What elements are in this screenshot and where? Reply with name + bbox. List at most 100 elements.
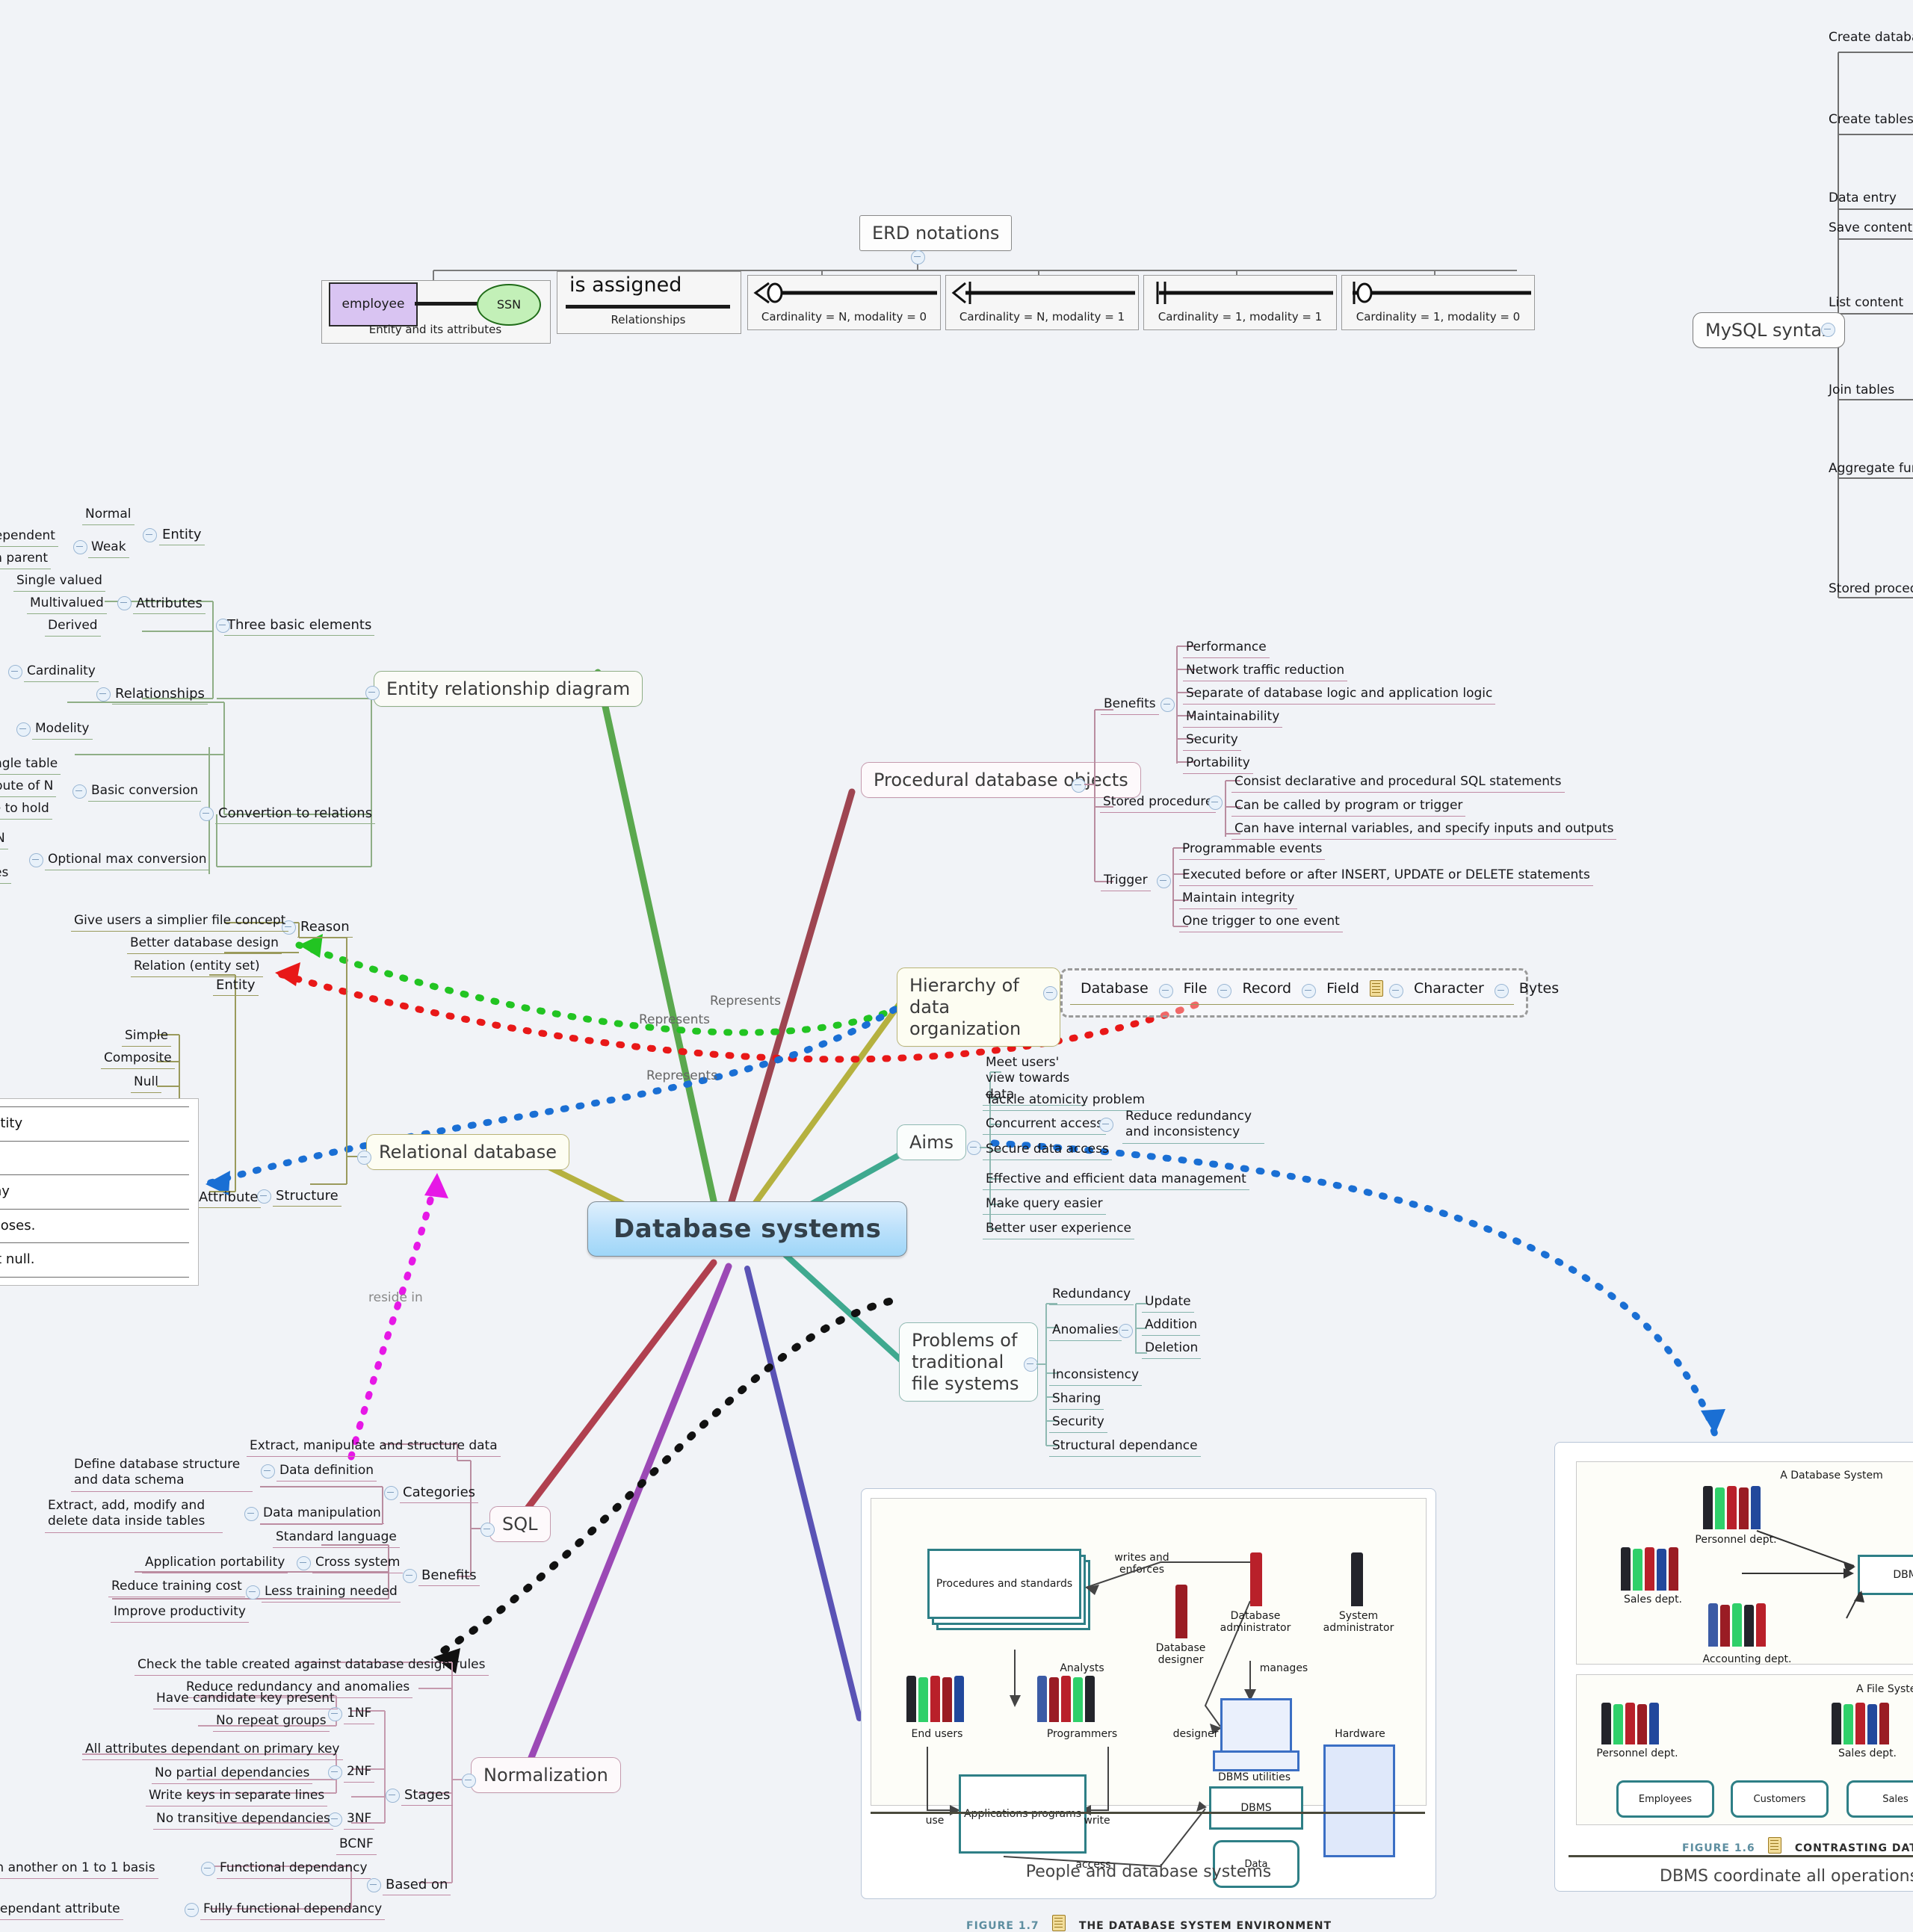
collapse-bullet-hier-1[interactable] xyxy=(1158,983,1173,998)
node-attr-derived[interactable]: Derived xyxy=(45,618,101,637)
branch-aims[interactable]: Aims xyxy=(897,1124,966,1160)
node-2nf-rule[interactable]: Write keys in separate lines xyxy=(146,1788,328,1807)
branch-procedural-database-objects[interactable]: Procedural database objects xyxy=(861,762,1141,798)
node-omc-es[interactable]: es xyxy=(0,865,12,885)
node-sql-top-item[interactable]: Extract, manipulate and structure data xyxy=(247,1438,501,1458)
mysql-child-data-entry[interactable]: Data entry xyxy=(1829,191,1897,206)
collapse-bullet-basic-conversion[interactable] xyxy=(72,784,87,799)
node-trigger[interactable]: Trigger xyxy=(1101,873,1151,892)
node-attributes[interactable]: Attributes xyxy=(133,595,205,614)
collapse-bullet-cardinality[interactable] xyxy=(8,665,22,679)
node-benefit-item[interactable]: Network traffic reduction xyxy=(1183,663,1348,682)
collapse-bullet-optional-max[interactable] xyxy=(29,853,43,867)
hierarchy-level-field[interactable]: Field xyxy=(1316,980,1370,997)
hierarchy-level-record[interactable]: Record xyxy=(1231,980,1302,997)
node-structure-entity[interactable]: Entity xyxy=(213,977,259,996)
node-sql-cross-system[interactable]: Cross system xyxy=(312,1555,404,1574)
collapse-bullet-stages[interactable] xyxy=(386,1789,400,1803)
node-stored-procedure[interactable]: Stored procedure xyxy=(1100,794,1217,814)
branch-relational-database[interactable]: Relational database xyxy=(366,1134,569,1170)
node-benefit-item[interactable]: Security xyxy=(1183,732,1241,752)
collapse-bullet-hierarchy[interactable] xyxy=(1043,986,1057,1000)
node-omc-n[interactable]: N xyxy=(0,831,8,850)
node-attr-single-valued[interactable]: Single valued xyxy=(13,573,105,592)
node-trigger-item[interactable]: Maintain integrity xyxy=(1179,891,1298,910)
node-sql-reduce-training-cost[interactable]: Reduce training cost xyxy=(108,1579,245,1598)
collapse-bullet-hier-4[interactable] xyxy=(1388,983,1403,998)
node-attr-simple[interactable]: Simple xyxy=(122,1028,172,1047)
node-aim-reduce-redundancy[interactable]: Reduce redundancy and inconsistency xyxy=(1122,1109,1264,1144)
collapse-bullet-erd-branch[interactable] xyxy=(365,686,380,700)
collapse-bullet-attributes[interactable] xyxy=(117,596,132,610)
collapse-bullet-sql[interactable] xyxy=(480,1523,495,1537)
node-stage-2nf[interactable]: 2NF xyxy=(344,1764,375,1783)
node-norm-stages[interactable]: Stages xyxy=(401,1787,454,1806)
node-reason-item[interactable]: Better database design xyxy=(127,935,282,955)
node-sql-less-training[interactable]: Less training needed xyxy=(262,1584,401,1603)
node-sql-standard-language[interactable]: Standard language xyxy=(273,1529,400,1549)
node-procedural-benefits[interactable]: Benefits xyxy=(1101,696,1159,716)
branch-problems-traditional-file-systems[interactable]: Problems of traditional file systems xyxy=(899,1322,1038,1402)
collapse-bullet-data-definition[interactable] xyxy=(261,1464,275,1479)
node-problem-structural-dependance[interactable]: Structural dependance xyxy=(1049,1438,1201,1458)
node-entity[interactable]: Entity xyxy=(159,527,205,545)
collapse-bullet-hier-3[interactable] xyxy=(1302,983,1317,998)
node-benefit-item[interactable]: Portability xyxy=(1183,755,1253,775)
branch-sql[interactable]: SQL xyxy=(489,1506,551,1542)
node-anomaly-deletion[interactable]: Deletion xyxy=(1142,1340,1202,1360)
collapse-bullet-problems[interactable] xyxy=(1024,1357,1038,1372)
node-stored-proc-item[interactable]: Consist declarative and procedural SQL s… xyxy=(1231,774,1565,793)
node-aim-item[interactable]: Secure data access xyxy=(983,1142,1112,1161)
node-stage-1nf[interactable]: 1NF xyxy=(344,1706,375,1725)
node-norm-based-on[interactable]: Based on xyxy=(383,1877,451,1895)
node-problem-security[interactable]: Security xyxy=(1049,1414,1107,1434)
node-problem-inconsistency[interactable]: Inconsistency xyxy=(1049,1367,1143,1387)
hierarchy-level-character[interactable]: Character xyxy=(1403,980,1495,997)
node-aim-item[interactable]: Make query easier xyxy=(983,1196,1106,1216)
node-entity-relation-set[interactable]: Relation (entity set) xyxy=(131,959,263,978)
collapse-bullet-relationships[interactable] xyxy=(96,687,111,702)
node-problem-anomalies[interactable]: Anomalies xyxy=(1049,1322,1122,1342)
node-rel-cardinality[interactable]: Cardinality xyxy=(24,663,99,683)
collapse-bullet-normalization[interactable] xyxy=(462,1774,476,1788)
erd-notations-title[interactable]: ERD notations xyxy=(859,215,1013,251)
node-entity-weak[interactable]: Weak xyxy=(88,539,129,559)
node-structure-attribute[interactable]: Attribute xyxy=(196,1189,262,1208)
node-fd-detail[interactable]: on another on 1 to 1 basis xyxy=(0,1860,158,1880)
node-3nf-rule[interactable]: No transitive dependancies xyxy=(153,1811,333,1830)
node-2nf-rule[interactable]: All attributes dependant on primary key xyxy=(82,1741,343,1761)
mysql-child-stored-procedures[interactable]: Stored procedures xyxy=(1829,581,1913,597)
node-sql-data-definition[interactable]: Data definition xyxy=(276,1463,377,1482)
node-optional-max-conversion[interactable]: Optional max conversion xyxy=(45,852,210,871)
node-sql-improve-productivity[interactable]: Improve productivity xyxy=(111,1604,249,1623)
collapse-bullet-concurrent-access[interactable] xyxy=(1099,1118,1113,1132)
node-sql-application-portability[interactable]: Application portability xyxy=(142,1555,288,1574)
mysql-child-create-tables[interactable]: Create tables xyxy=(1829,112,1913,128)
node-bc-table-to-hold[interactable]: le to hold xyxy=(0,801,52,820)
collapse-bullet-aims[interactable] xyxy=(967,1141,981,1155)
mysql-child-create-database[interactable]: Create database xyxy=(1829,30,1913,46)
collapse-bullet-categories[interactable] xyxy=(384,1486,398,1500)
node-stage-3nf[interactable]: 3NF xyxy=(344,1811,375,1830)
collapse-bullet-cross-system[interactable] xyxy=(297,1556,311,1570)
node-problem-redundancy[interactable]: Redundancy xyxy=(1049,1287,1134,1306)
node-sql-benefits[interactable]: Benefits xyxy=(418,1567,480,1586)
node-rdb-reason[interactable]: Reason xyxy=(297,919,353,938)
node-1nf-rule[interactable]: No repeat groups xyxy=(213,1713,330,1733)
node-bc-single-table[interactable]: ngle table xyxy=(0,756,61,775)
node-stored-proc-item[interactable]: Can be called by program or trigger xyxy=(1231,798,1466,817)
collapse-bullet-weak[interactable] xyxy=(73,540,87,554)
node-entity-normal[interactable]: Normal xyxy=(82,507,135,526)
root-node[interactable]: Database systems xyxy=(587,1201,908,1257)
collapse-bullet-functional-dependancy[interactable] xyxy=(201,1862,215,1876)
collapse-bullet-data-manipulation[interactable] xyxy=(244,1507,259,1521)
hierarchy-level-file[interactable]: File xyxy=(1173,980,1218,997)
node-norm-top-item[interactable]: Check the table created against database… xyxy=(135,1657,489,1676)
collapse-bullet-hier-5[interactable] xyxy=(1494,983,1509,998)
node-basic-conversion[interactable]: Basic conversion xyxy=(88,783,202,802)
node-sql-dd-detail[interactable]: Define database structure and data schem… xyxy=(71,1457,253,1492)
node-attr-multivalued[interactable]: Multivalued xyxy=(27,595,107,615)
collapse-bullet-three-elements[interactable] xyxy=(216,619,230,633)
node-sql-categories[interactable]: Categories xyxy=(400,1484,479,1503)
node-weak-dependent[interactable]: dependent xyxy=(0,528,58,548)
